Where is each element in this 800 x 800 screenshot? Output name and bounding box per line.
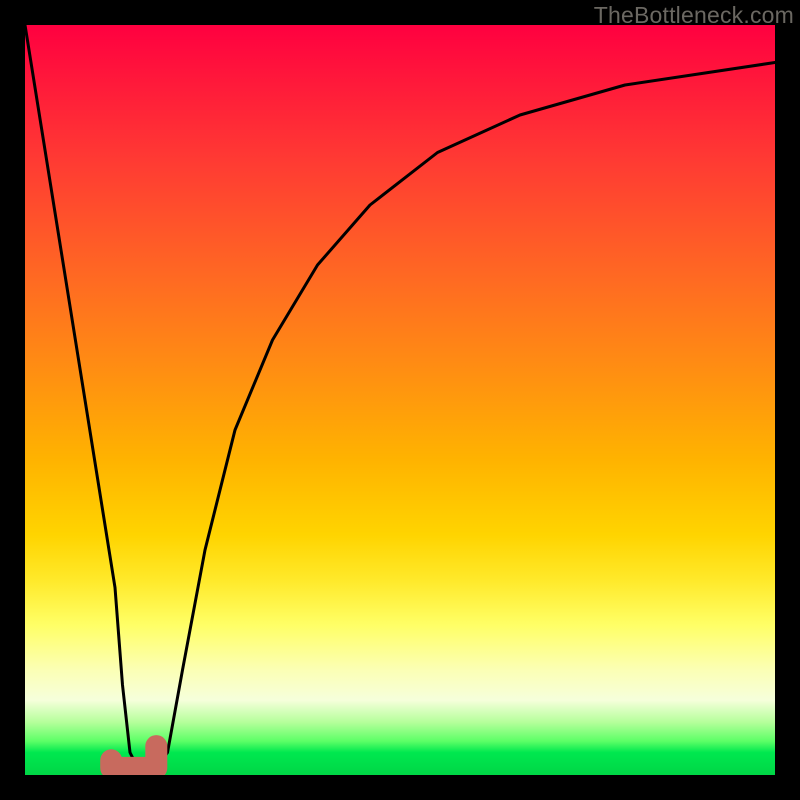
watermark-text: TheBottleneck.com	[594, 2, 794, 29]
plot-area	[25, 25, 775, 775]
curve-line	[25, 25, 775, 768]
minimum-marker-icon	[111, 746, 156, 768]
chart-svg	[25, 25, 775, 775]
chart-frame: TheBottleneck.com	[0, 0, 800, 800]
